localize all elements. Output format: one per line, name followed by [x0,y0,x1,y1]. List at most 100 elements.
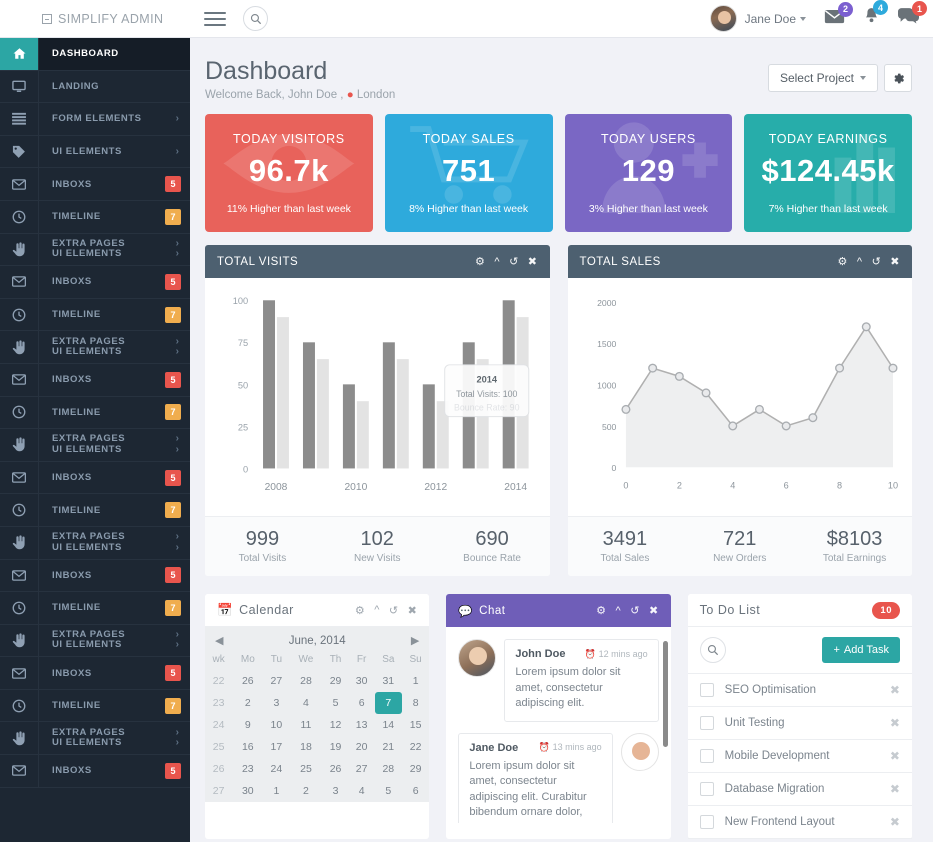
calendar-day[interactable]: 18 [289,736,322,758]
sidebar-item-inboxs[interactable]: INBOXS 5 [0,266,190,299]
refresh-icon[interactable]: ↺ [509,255,519,268]
calendar-day[interactable]: 22 [402,736,429,758]
sidebar-item-inboxs[interactable]: INBOXS 5 [0,755,190,788]
sidebar-item-extra-pages[interactable]: EXTRA PAGES UI ELEMENTS › › [0,233,190,267]
chevron-down-icon[interactable] [800,16,806,21]
calendar-day[interactable]: 30 [232,780,263,802]
calendar-day[interactable]: 28 [289,670,322,692]
chat-scrollbar[interactable] [662,641,668,747]
avatar[interactable] [709,5,737,32]
sidebar-item-inboxs[interactable]: INBOXS 5 [0,559,190,593]
calendar-day[interactable]: 14 [375,714,402,736]
todo-delete-icon[interactable]: ✖ [890,716,900,730]
sidebar-item-timeline[interactable]: TIMELINE 7 [0,494,190,527]
calendar-day[interactable]: 17 [263,736,289,758]
chevron-up-icon[interactable]: ^ [494,256,500,268]
calendar-day[interactable]: 12 [323,714,349,736]
calendar-day[interactable]: 6 [349,692,375,714]
calendar-day[interactable]: 11 [289,714,322,736]
messages-notification-button[interactable]: 2 [824,1,853,29]
search-button[interactable] [243,6,268,31]
sidebar-item-inboxs[interactable]: INBOXS 5 [0,657,190,690]
calendar-prev-button[interactable]: ◀ [215,634,223,647]
refresh-icon[interactable]: ↺ [872,255,882,268]
calendar-next-button[interactable]: ▶ [411,634,419,647]
calendar-day[interactable]: 23 [232,758,263,780]
avatar[interactable] [620,732,659,771]
calendar-day[interactable]: 29 [402,758,429,780]
sidebar-item-extra-pages[interactable]: EXTRA PAGES UI ELEMENTS › › [0,526,190,560]
close-icon[interactable]: ✖ [408,604,418,617]
todo-checkbox[interactable] [699,683,714,697]
sidebar-item-timeline[interactable]: TIMELINE 7 [0,200,190,234]
gear-icon[interactable]: ⚙ [475,255,485,268]
calendar-day[interactable]: 26 [232,670,263,692]
todo-item[interactable]: New Frontend Layout ✖ [687,806,912,839]
username-label[interactable]: Jane Doe [745,12,796,26]
calendar-day[interactable]: 19 [323,736,349,758]
calendar-day[interactable]: 1 [402,670,429,692]
close-icon[interactable]: ✖ [890,255,900,268]
sidebar-item-timeline[interactable]: TIMELINE 7 [0,298,190,332]
calendar-day[interactable]: 5 [323,692,349,714]
calendar-day[interactable]: 16 [232,736,263,758]
todo-item[interactable]: Mobile Development ✖ [687,740,912,773]
todo-delete-icon[interactable]: ✖ [890,815,900,829]
calendar-day[interactable]: 27 [349,758,375,780]
todo-checkbox[interactable] [699,782,714,796]
calendar-day[interactable]: 3 [263,692,289,714]
todo-search-button[interactable] [699,637,726,663]
calendar-day[interactable]: 4 [289,692,322,714]
calendar-day[interactable]: 31 [375,670,402,692]
sidebar-item-extra-pages[interactable]: EXTRA PAGES UI ELEMENTS › › [0,331,190,364]
todo-item[interactable]: SEO Optimisation ✖ [687,674,912,707]
calendar-day[interactable]: 10 [263,714,289,736]
todo-checkbox[interactable] [699,749,714,763]
sidebar-item-inboxs[interactable]: INBOXS 5 [0,363,190,397]
calendar-day[interactable]: 2 [232,692,263,714]
calendar-day[interactable]: 30 [349,670,375,692]
calendar-day[interactable]: 26 [323,758,349,780]
close-icon[interactable]: ✖ [649,604,659,617]
select-project-dropdown[interactable]: Select Project [767,64,878,92]
todo-checkbox[interactable] [699,815,714,829]
calendar-day[interactable]: 13 [349,714,375,736]
calendar-day[interactable]: 20 [349,736,375,758]
chat-notification-button[interactable]: 1 [898,1,927,29]
todo-delete-icon[interactable]: ✖ [890,683,900,697]
sidebar-item-ui-elements[interactable]: UI ELEMENTS › [0,135,190,169]
calendar-day[interactable]: 6 [402,780,429,802]
stat-card-today-earnings[interactable]: TODAY EARNINGS $124.45k 7% Higher than las… [744,114,912,232]
sidebar-toggle-button[interactable] [204,8,226,30]
calendar-day[interactable]: 8 [402,692,429,714]
sidebar-item-inboxs[interactable]: INBOXS 5 [0,168,190,201]
stat-card-today-visitors[interactable]: TODAY VISITORS 96.7k 11% Higher than last … [205,114,373,232]
todo-delete-icon[interactable]: ✖ [890,782,900,796]
gear-icon[interactable]: ⚙ [596,604,606,617]
close-icon[interactable]: ✖ [528,255,538,268]
calendar-day[interactable]: 27 [263,670,289,692]
avatar[interactable] [458,639,497,677]
chevron-up-icon[interactable]: ^ [857,256,863,268]
calendar-day[interactable]: 2 [289,780,322,802]
todo-checkbox[interactable] [699,716,714,730]
gear-icon[interactable]: ⚙ [838,255,848,268]
brand-logo[interactable]: SIMPLIFY ADMIN [0,12,190,26]
calendar-day[interactable]: 24 [263,758,289,780]
settings-button[interactable] [884,64,912,92]
sidebar-item-form-elements[interactable]: FORM ELEMENTS › [0,103,190,136]
todo-delete-icon[interactable]: ✖ [890,749,900,763]
todo-item[interactable]: Unit Testing ✖ [687,707,912,740]
calendar-day[interactable]: 21 [375,736,402,758]
sidebar-item-timeline[interactable]: TIMELINE 7 [0,396,190,430]
calendar-day[interactable]: 15 [402,714,429,736]
chevron-up-icon[interactable]: ^ [374,604,380,616]
alerts-notification-button[interactable]: 4 [863,0,888,30]
sidebar-item-landing[interactable]: LANDING [0,70,190,104]
refresh-icon[interactable]: ↺ [389,604,399,617]
calendar-day-selected[interactable]: 7 [374,692,402,714]
refresh-icon[interactable]: ↺ [630,604,640,617]
sidebar-item-extra-pages[interactable]: EXTRA PAGES UI ELEMENTS › › [0,624,190,658]
stat-card-today-users[interactable]: TODAY USERS 129 3% Higher than last week [564,114,733,232]
calendar-day[interactable]: 25 [289,758,322,780]
